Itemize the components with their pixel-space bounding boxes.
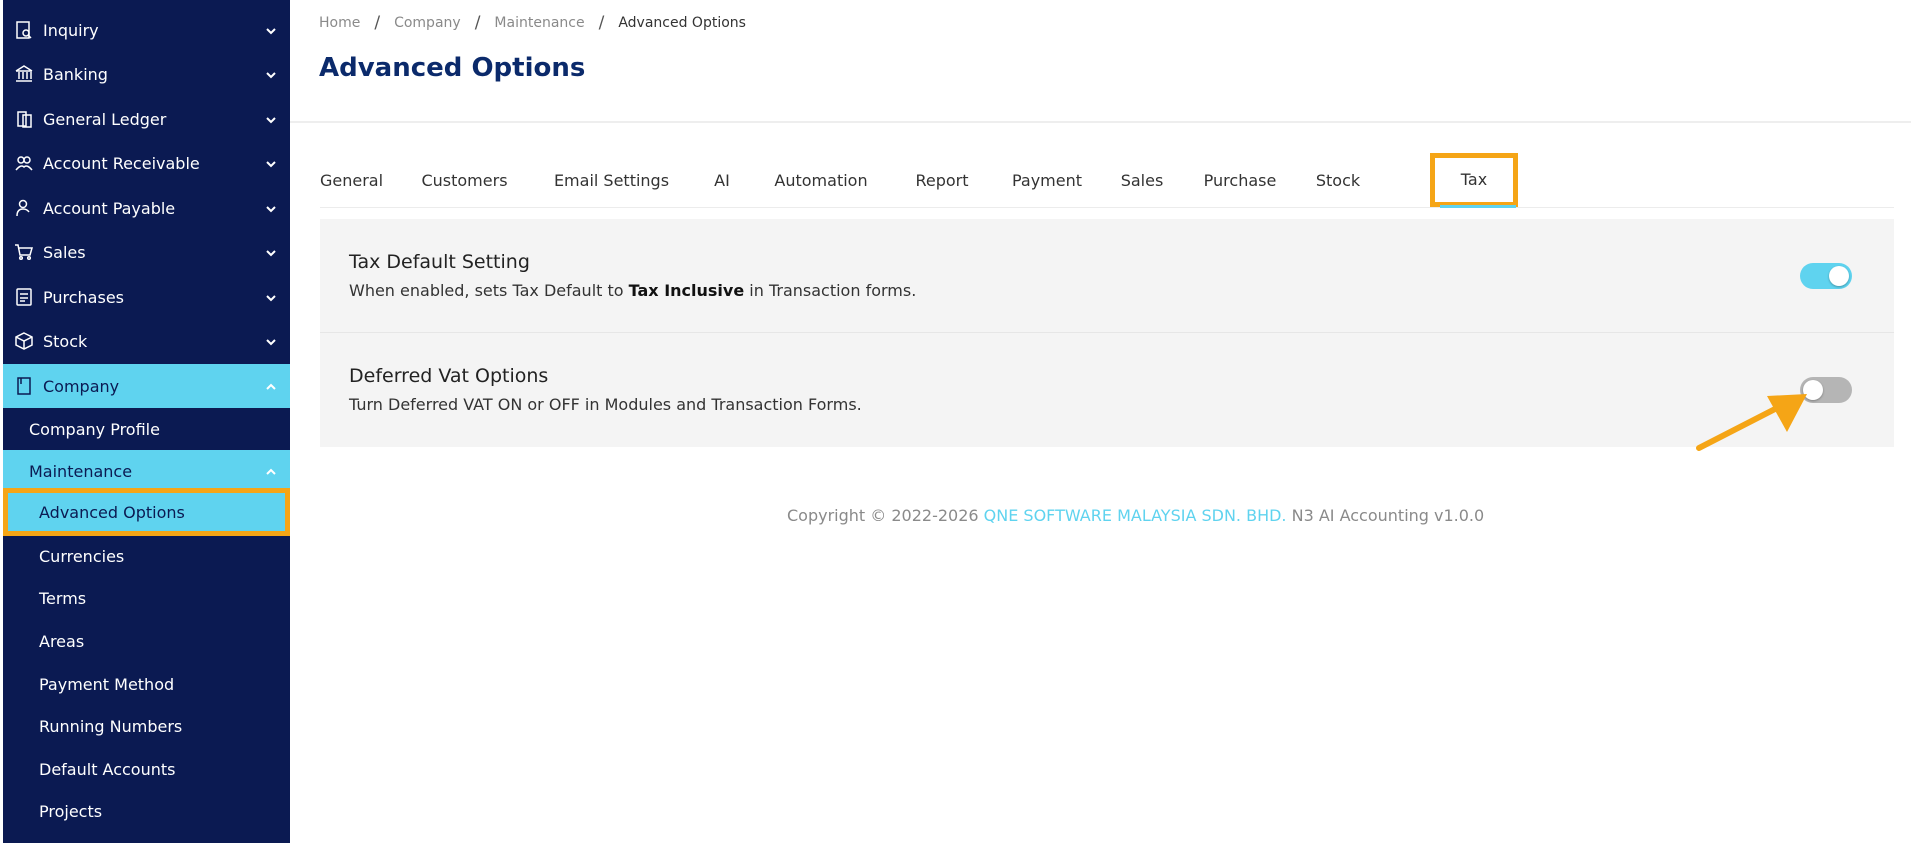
sidebar-item-areas[interactable]: Areas: [3, 620, 290, 662]
footer: Copyright © 2022-2026 QNE SOFTWARE MALAY…: [787, 506, 1484, 525]
active-tab-indicator: [1440, 205, 1516, 208]
pointer-arrow-icon: [1696, 394, 1807, 451]
sidebar-item-label: Currencies: [39, 546, 125, 566]
tab-purchase[interactable]: Purchase: [1189, 156, 1291, 206]
tab-customers[interactable]: Customers: [411, 156, 518, 206]
sidebar-item-currencies[interactable]: Currencies: [3, 535, 290, 577]
tab-ai[interactable]: AI: [707, 156, 737, 206]
chevron-down-icon: [264, 23, 278, 37]
sidebar-item-inquiry[interactable]: Inquiry: [3, 8, 290, 52]
ledger-icon: [13, 108, 35, 130]
tax-default-toggle[interactable]: [1800, 263, 1852, 289]
sidebar-item-label: Inquiry: [43, 20, 99, 40]
tax-default-description: When enabled, sets Tax Default to Tax In…: [349, 281, 916, 300]
chevron-down-icon: [264, 201, 278, 215]
sidebar-item-default-accounts[interactable]: Default Accounts: [3, 748, 290, 790]
tax-default-desc-emphasis: Tax Inclusive: [628, 281, 745, 300]
sidebar-item-label: Sales: [43, 242, 86, 262]
chevron-up-icon: [264, 379, 278, 393]
tax-default-desc-text: When enabled, sets Tax Default to: [349, 281, 629, 300]
sidebar: Inquiry Banking General Ledger Account R…: [3, 0, 290, 843]
payable-icon: [13, 197, 35, 219]
sidebar-item-sales[interactable]: Sales: [3, 230, 290, 274]
tab-report[interactable]: Report: [904, 156, 980, 206]
chevron-down-icon: [264, 290, 278, 304]
sidebar-item-company-profile[interactable]: Company Profile: [3, 408, 290, 450]
breadcrumb: Home / Company / Maintenance / Advanced …: [319, 13, 746, 33]
tab-email-settings[interactable]: Email Settings: [539, 156, 684, 206]
footer-company-link[interactable]: QNE SOFTWARE MALAYSIA SDN. BHD.: [984, 506, 1287, 525]
sidebar-item-account-payable[interactable]: Account Payable: [3, 186, 290, 230]
breadcrumb-separator: /: [598, 13, 605, 33]
purchases-icon: [13, 286, 35, 308]
sidebar-item-label: General Ledger: [43, 109, 167, 129]
sidebar-item-company[interactable]: Company: [3, 364, 290, 408]
sidebar-item-payment-method[interactable]: Payment Method: [3, 663, 290, 705]
sidebar-item-label: Terms: [39, 588, 87, 608]
breadcrumb-separator: /: [474, 13, 481, 33]
chevron-down-icon: [264, 67, 278, 81]
sidebar-item-label: Running Numbers: [39, 716, 183, 736]
sidebar-item-account-receivable[interactable]: Account Receivable: [3, 141, 290, 185]
sidebar-item-purchases[interactable]: Purchases: [3, 275, 290, 319]
cart-icon: [13, 241, 35, 263]
tab-general[interactable]: General: [320, 156, 383, 206]
sidebar-item-label: Account Payable: [43, 198, 176, 218]
toggle-knob: [1829, 266, 1849, 286]
chevron-down-icon: [264, 334, 278, 348]
sidebar-item-terms[interactable]: Terms: [3, 577, 290, 619]
sidebar-item-label: Banking: [43, 64, 108, 84]
sidebar-item-label: Default Accounts: [39, 759, 176, 779]
breadcrumb-separator: /: [374, 13, 381, 33]
sidebar-item-advanced-options[interactable]: Advanced Options: [3, 488, 290, 536]
chevron-down-icon: [264, 245, 278, 259]
sidebar-item-maintenance[interactable]: Maintenance: [3, 450, 290, 492]
chevron-down-icon: [264, 156, 278, 170]
footer-copyright: Copyright © 2022-2026: [787, 506, 984, 525]
sidebar-item-label: Areas: [39, 631, 85, 651]
sidebar-item-label: Payment Method: [39, 674, 175, 694]
sidebar-item-label: Stock: [43, 331, 88, 351]
sidebar-item-label: Company: [43, 376, 120, 396]
footer-version: N3 AI Accounting v1.0.0: [1286, 506, 1485, 525]
deferred-vat-description: Turn Deferred VAT ON or OFF in Modules a…: [349, 395, 862, 414]
sidebar-item-projects[interactable]: Projects: [3, 790, 290, 832]
sidebar-item-label: Company Profile: [29, 419, 160, 439]
tax-default-desc-text: in Transaction forms.: [744, 281, 917, 300]
receivable-icon: [13, 152, 35, 174]
tab-bar-divider: [320, 207, 1894, 208]
bank-icon: [13, 63, 35, 85]
sidebar-item-running-numbers[interactable]: Running Numbers: [3, 705, 290, 747]
tab-payment[interactable]: Payment: [1000, 156, 1094, 206]
inquiry-icon: [13, 19, 35, 41]
page-title: Advanced Options: [319, 53, 586, 83]
sidebar-item-label: Purchases: [43, 287, 124, 307]
chevron-up-icon: [264, 464, 278, 478]
tab-stock[interactable]: Stock: [1310, 156, 1366, 206]
tab-sales[interactable]: Sales: [1114, 156, 1170, 206]
app-root: Inquiry Banking General Ledger Account R…: [0, 0, 1911, 843]
chevron-down-icon: [264, 112, 278, 126]
breadcrumb-home[interactable]: Home: [319, 15, 360, 31]
sidebar-item-label: Projects: [39, 801, 103, 821]
box-icon: [13, 330, 35, 352]
breadcrumb-maintenance[interactable]: Maintenance: [494, 15, 584, 31]
tab-tax[interactable]: Tax: [1430, 153, 1518, 207]
tab-automation[interactable]: Automation: [757, 156, 885, 206]
sidebar-item-general-ledger[interactable]: General Ledger: [3, 97, 290, 141]
sidebar-item-banking[interactable]: Banking: [3, 52, 290, 96]
header-divider: [290, 121, 1911, 123]
tax-default-title: Tax Default Setting: [349, 251, 530, 273]
sidebar-item-label: Maintenance: [29, 461, 133, 481]
sidebar-item-label: Advanced Options: [39, 502, 185, 522]
breadcrumb-current: Advanced Options: [618, 15, 746, 31]
building-icon: [13, 375, 35, 397]
deferred-vat-title: Deferred Vat Options: [349, 365, 549, 387]
settings-divider: [320, 332, 1894, 333]
breadcrumb-company[interactable]: Company: [394, 15, 461, 31]
sidebar-item-label: Account Receivable: [43, 153, 200, 173]
sidebar-item-stock[interactable]: Stock: [3, 319, 290, 363]
